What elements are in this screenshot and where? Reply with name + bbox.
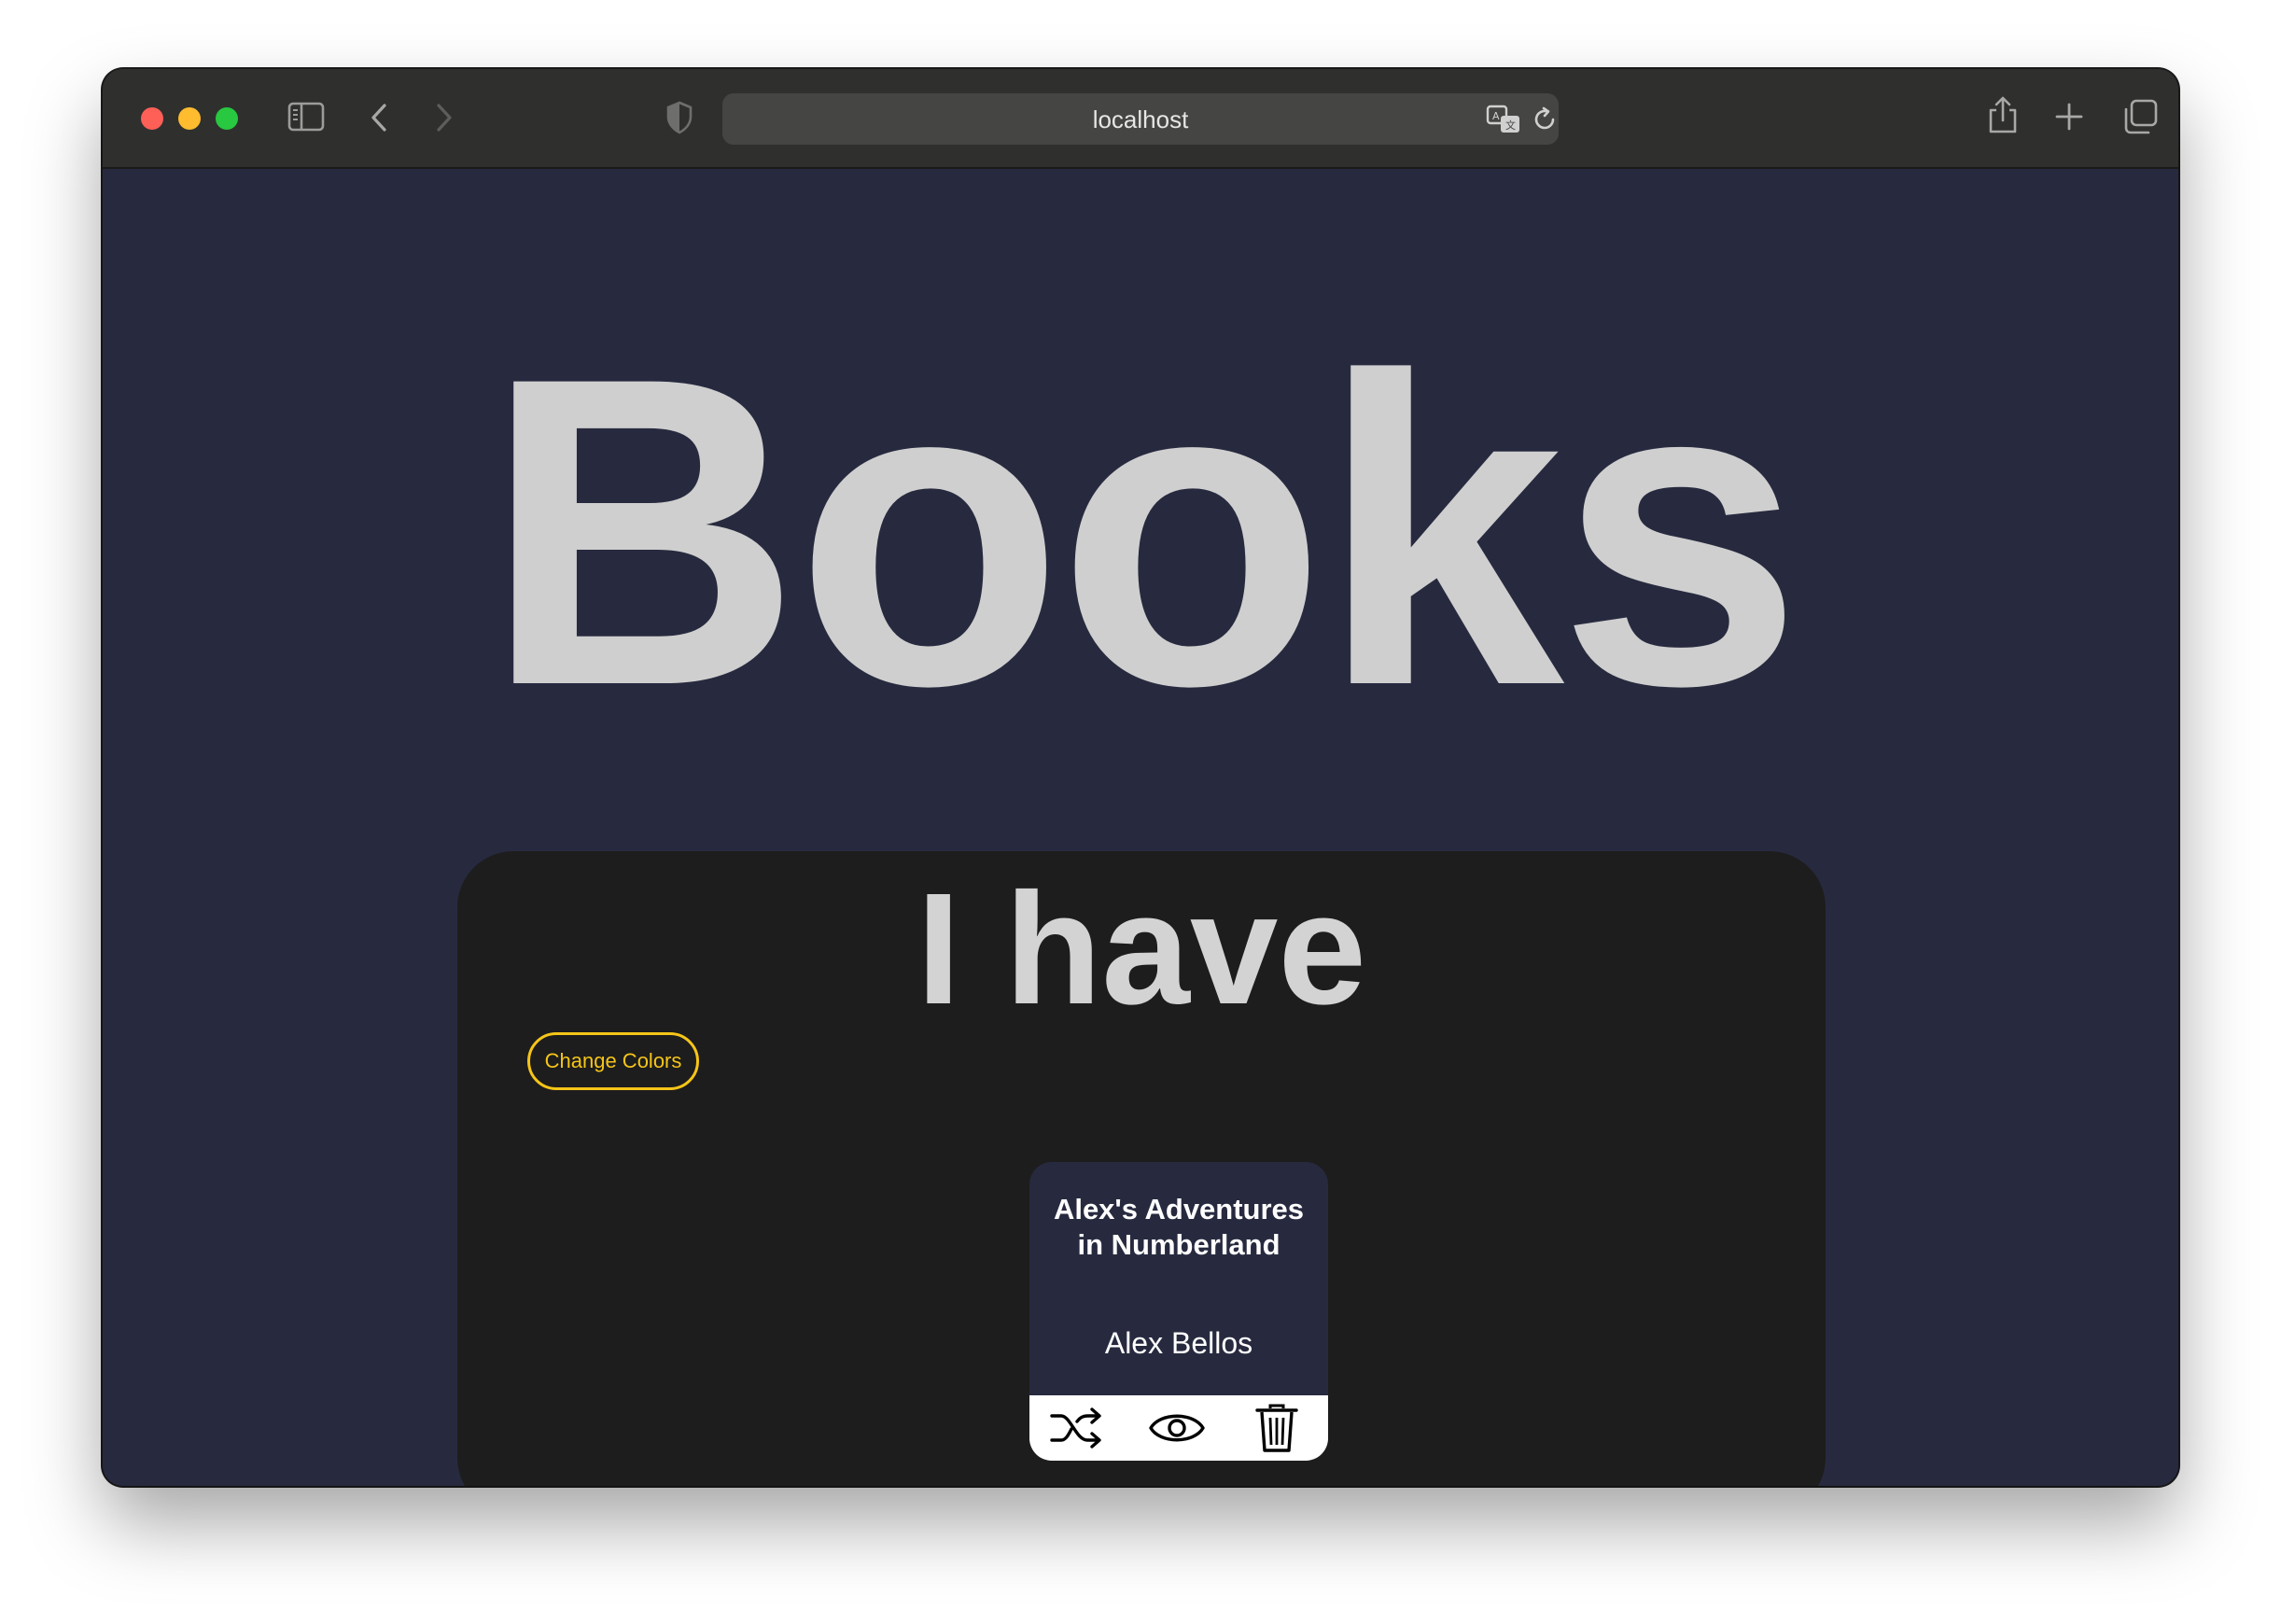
svg-text:文: 文 (1505, 119, 1516, 132)
tab-overview-icon[interactable] (2122, 99, 2158, 134)
url-text: localhost (1092, 105, 1189, 133)
book-title: Alex's Adventures in Numberland (1053, 1193, 1305, 1261)
shuffle-icon[interactable] (1048, 1403, 1106, 1453)
book-card: Alex's Adventures in Numberland Alex Bel… (1029, 1162, 1328, 1461)
browser-window: localhost A 文 Books I have Change Colors… (103, 69, 2178, 1486)
page-title: Books (483, 287, 1802, 777)
shield-icon[interactable] (665, 101, 693, 134)
back-chevron-icon[interactable] (369, 103, 389, 133)
forward-chevron-icon[interactable] (434, 103, 455, 133)
section-title: I have (917, 861, 1366, 1038)
browser-toolbar: localhost A 文 (103, 69, 2178, 169)
address-bar[interactable]: localhost A 文 (722, 93, 1559, 145)
books-panel: I have Change Colors Alex's Adventures i… (457, 851, 1826, 1486)
plus-icon[interactable] (2055, 103, 2083, 131)
translate-icon[interactable]: A 文 (1486, 105, 1521, 134)
close-window-button[interactable] (141, 107, 163, 130)
sidebar-icon[interactable] (287, 101, 325, 133)
trash-icon[interactable] (1248, 1403, 1306, 1453)
zoom-window-button[interactable] (216, 107, 238, 130)
book-author: Alex Bellos (1104, 1326, 1253, 1360)
page-content: Books I have Change Colors Alex's Advent… (103, 169, 2178, 1486)
share-icon[interactable] (1988, 95, 2018, 134)
minimize-window-button[interactable] (178, 107, 201, 130)
eye-icon[interactable] (1148, 1403, 1206, 1453)
change-colors-button[interactable]: Change Colors (527, 1032, 699, 1090)
svg-text:A: A (1492, 110, 1500, 122)
reload-icon[interactable] (1531, 105, 1559, 133)
book-actions (1029, 1395, 1328, 1461)
